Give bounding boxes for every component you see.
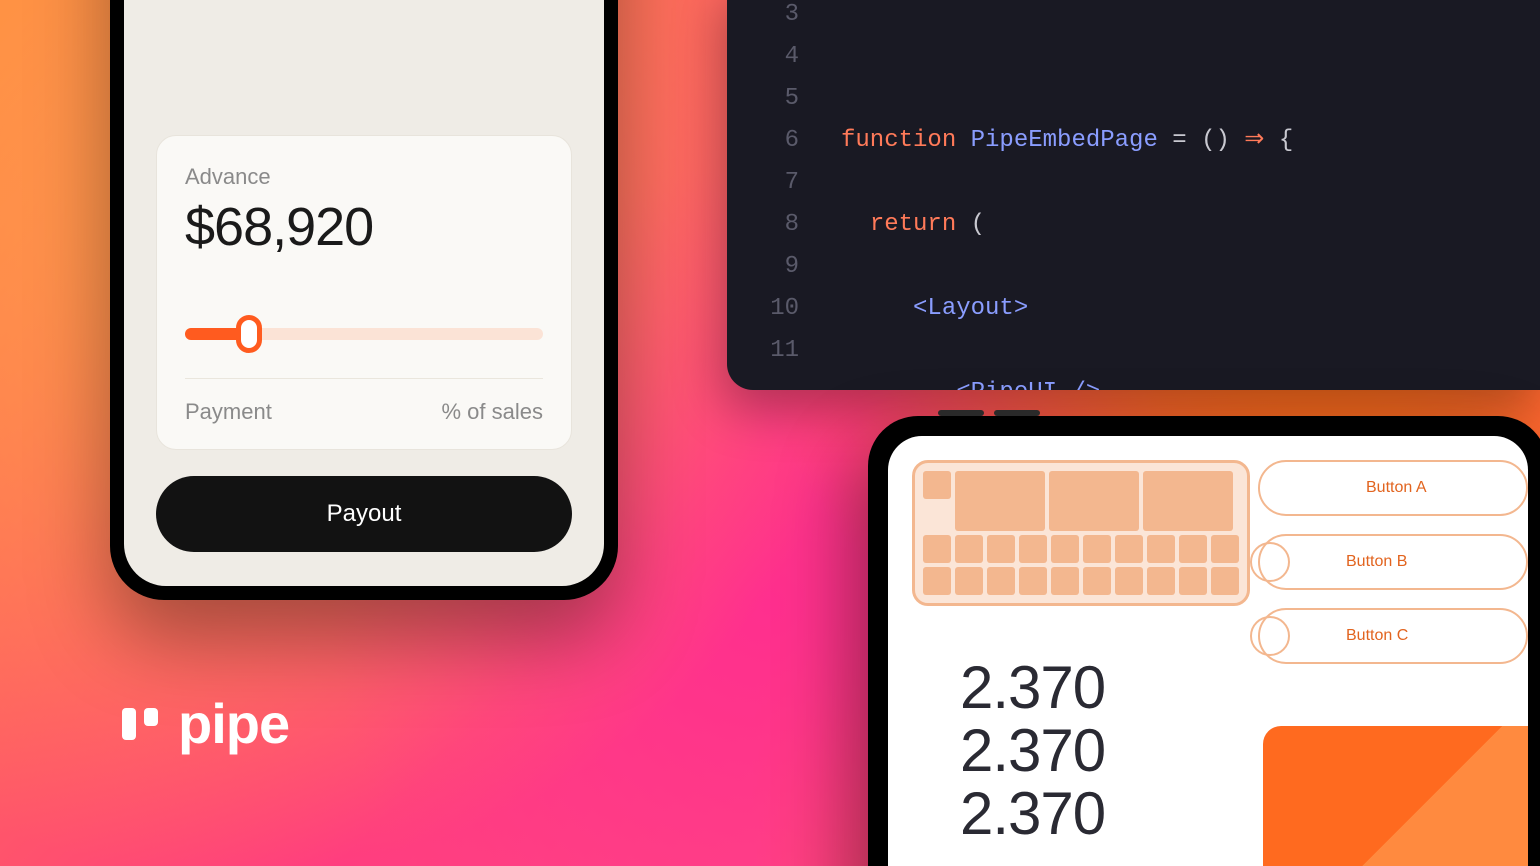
button-label: Button B (1346, 553, 1407, 571)
slider-track (185, 328, 543, 340)
button-label: Button C (1346, 627, 1408, 645)
number-specimen: 2.370 2.370 2.370 (936, 646, 1129, 845)
code-line (841, 36, 1293, 78)
line-number: 6 (727, 120, 799, 162)
advance-card: Advance $68,920 Payment % of sales (156, 135, 572, 450)
button-stack: Button A Button B Button C (1258, 460, 1528, 664)
specimen-value: 2.370 (960, 719, 1105, 782)
tablet-mockup: Button A Button B Button C 2.370 2.370 2… (868, 416, 1540, 866)
pct-sales-label: % of sales (442, 399, 544, 425)
line-number: 9 (727, 246, 799, 288)
line-number: 11 (727, 330, 799, 372)
code-line: function PipeEmbedPage = () ⇒ { (841, 120, 1293, 162)
specimen-value: 2.370 (960, 782, 1105, 845)
design-grid (912, 460, 1250, 606)
pipe-logo-text: pipe (178, 691, 289, 756)
phone-mockup: Advance $68,920 Payment % of sales Payou… (110, 0, 618, 600)
line-number: 7 (727, 162, 799, 204)
advance-slider[interactable]: Payment % of sales (185, 328, 543, 425)
code-line: return ( (841, 204, 1293, 246)
tablet-screen: Button A Button B Button C 2.370 2.370 2… (888, 436, 1528, 866)
payout-button[interactable]: Payout (156, 476, 572, 552)
specimen-value: 2.370 (960, 656, 1105, 719)
line-number: 10 (727, 288, 799, 330)
advance-label: Advance (185, 164, 543, 190)
design-button-c[interactable]: Button C (1258, 608, 1528, 664)
code-line: <Layout> (841, 288, 1293, 330)
color-swatch (1263, 726, 1528, 866)
phone-screen: Advance $68,920 Payment % of sales Payou… (124, 0, 604, 586)
design-button-a[interactable]: Button A (1258, 460, 1528, 516)
line-number: 3 (727, 0, 799, 36)
advance-amount: $68,920 (185, 196, 543, 258)
marketing-canvas: Advance $68,920 Payment % of sales Payou… (0, 0, 1540, 866)
code-line: <PipeUI /> (841, 372, 1293, 390)
line-number: 8 (727, 204, 799, 246)
line-number: 5 (727, 78, 799, 120)
code-body[interactable]: function PipeEmbedPage = () ⇒ { return (… (817, 0, 1293, 390)
divider (185, 378, 543, 379)
design-button-b[interactable]: Button B (1258, 534, 1528, 590)
slider-thumb[interactable] (236, 315, 262, 353)
payment-label: Payment (185, 399, 272, 425)
button-label: Button A (1366, 479, 1427, 497)
line-number: 4 (727, 36, 799, 78)
pipe-logo: pipe (120, 691, 289, 756)
pipe-logo-mark-icon (120, 702, 164, 746)
code-gutter: 3 4 5 6 7 8 9 10 11 (727, 0, 817, 390)
code-editor: 3 4 5 6 7 8 9 10 11 function PipeEmbedPa… (727, 0, 1540, 390)
